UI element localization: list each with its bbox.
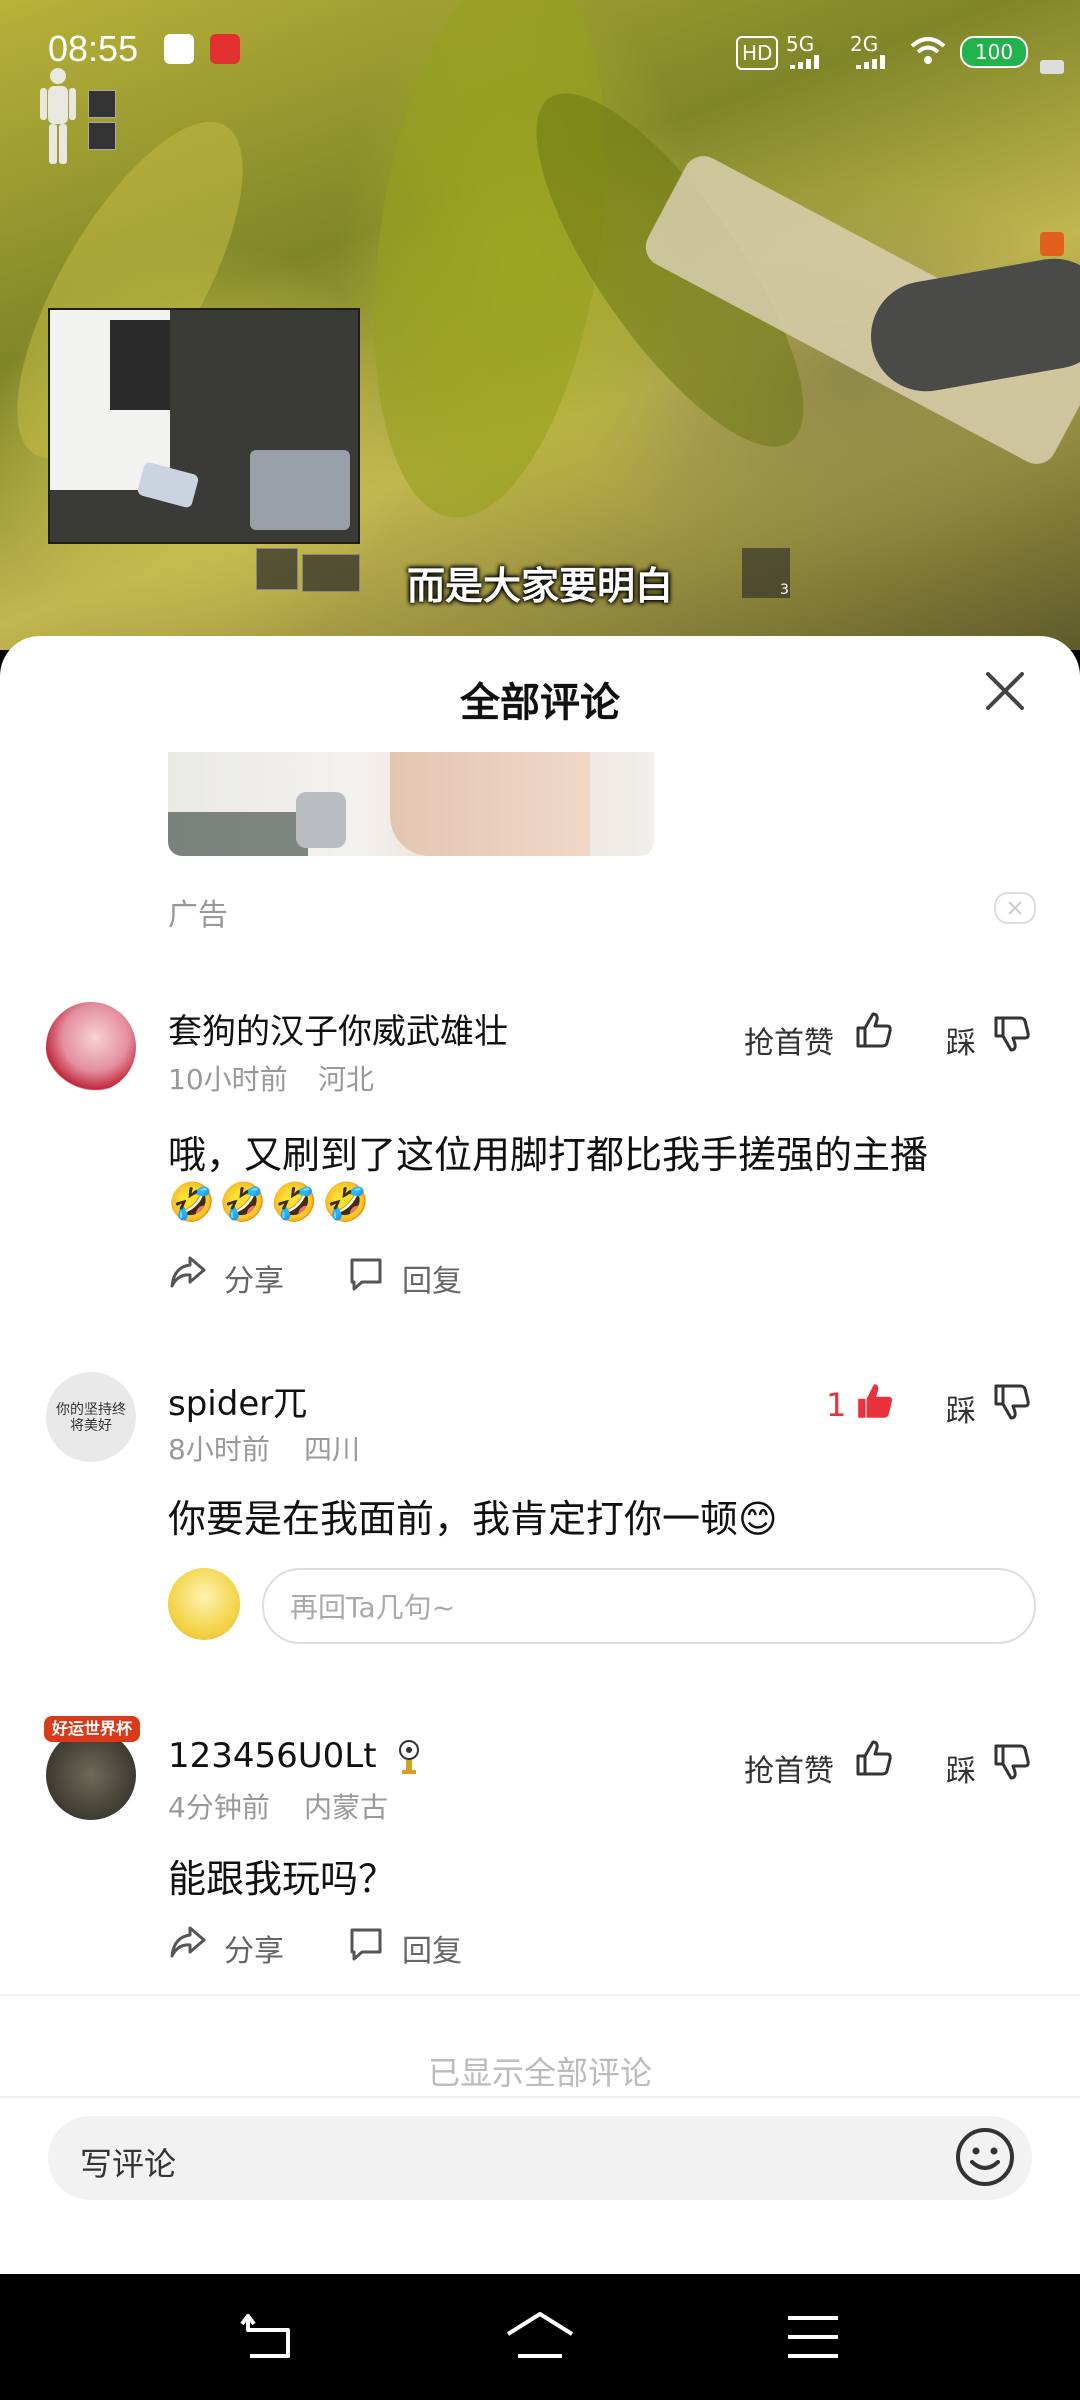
- dislike-label[interactable]: 踩: [946, 1386, 976, 1430]
- sheet-title: 全部评论: [460, 680, 620, 726]
- close-icon[interactable]: [980, 666, 1030, 716]
- thumbs-up-filled-icon[interactable]: [854, 1380, 896, 1422]
- like-label[interactable]: 抢首赞: [744, 1018, 834, 1062]
- avatar-text: 你的坚持终将美好: [56, 1402, 126, 1434]
- signal-icon: [790, 54, 820, 69]
- camera-phone: [136, 461, 200, 509]
- wifi-icon: [910, 36, 946, 66]
- dislike-label[interactable]: 踩: [946, 1746, 976, 1790]
- back-icon[interactable]: [240, 2312, 296, 2362]
- camera-keyboard: [250, 450, 350, 530]
- end-of-comments-text: 已显示全部评论: [427, 2054, 652, 2092]
- comment-location: 内蒙古: [304, 1791, 389, 1824]
- video-player[interactable]: 08:55 HD 5G 2G 100 3 而是大家要明白: [0, 0, 1080, 650]
- camera-monitor: [110, 320, 170, 410]
- streamer-camera-overlay: [48, 308, 360, 544]
- comment-location: 河北: [318, 1063, 375, 1096]
- comment-location: 四川: [304, 1433, 361, 1466]
- comment-text: 你要是在我面前，我肯定打你一顿😊: [168, 1497, 778, 1541]
- comment-input[interactable]: [48, 2116, 1032, 2200]
- avatar[interactable]: [46, 1002, 136, 1092]
- ad-image[interactable]: [168, 752, 654, 856]
- reply-icon[interactable]: [346, 1924, 386, 1964]
- reply-icon[interactable]: [346, 1254, 386, 1294]
- thumbs-down-icon[interactable]: [992, 1014, 1032, 1054]
- share-icon[interactable]: [168, 1252, 208, 1292]
- signal-2g-label: 2G: [850, 32, 879, 56]
- comment-text: 能跟我玩吗？: [168, 1857, 397, 1901]
- ad-image-bag: [296, 792, 346, 848]
- body-armor-icon: [36, 66, 80, 166]
- share-icon[interactable]: [168, 1922, 208, 1962]
- like-count[interactable]: 1: [826, 1386, 846, 1424]
- comment-input-placeholder[interactable]: 写评论: [80, 2139, 176, 2185]
- reply-label[interactable]: 回复: [402, 1926, 462, 1970]
- divider: [0, 1994, 1080, 1996]
- thumbs-down-icon[interactable]: [992, 1742, 1032, 1782]
- signal-icon: [856, 54, 886, 69]
- my-avatar: [168, 1568, 240, 1640]
- reply-label[interactable]: 回复: [402, 1256, 462, 1300]
- comment-time: 4分钟前: [168, 1791, 270, 1824]
- soccer-trophy-icon: [394, 1740, 424, 1774]
- thumbs-up-icon[interactable]: [854, 1010, 894, 1050]
- emoji-icon[interactable]: [954, 2126, 1016, 2188]
- comment-emoji: 🤣🤣🤣🤣: [168, 1180, 374, 1224]
- thumbs-down-icon[interactable]: [992, 1382, 1032, 1422]
- comment-time: 10小时前: [168, 1063, 288, 1096]
- like-label[interactable]: 抢首赞: [744, 1746, 834, 1790]
- avatar[interactable]: 你的坚持终将美好: [46, 1372, 136, 1462]
- comment-time: 8小时前: [168, 1433, 270, 1466]
- dislike-label[interactable]: 踩: [946, 1018, 976, 1062]
- system-navigation-bar: [0, 2274, 1080, 2400]
- video-subtitle: 而是大家要明白: [406, 564, 673, 608]
- signal-5g-label: 5G: [786, 32, 815, 56]
- comment-author[interactable]: spider兀: [168, 1376, 307, 1425]
- thumbs-up-icon[interactable]: [854, 1738, 894, 1778]
- share-label[interactable]: 分享: [224, 1256, 284, 1300]
- reply-placeholder[interactable]: 再回Ta几句~: [290, 1586, 455, 1626]
- avatar[interactable]: [46, 1730, 136, 1820]
- menu-icon[interactable]: [786, 2314, 840, 2360]
- status-time: 08:55: [48, 28, 139, 69]
- comment-text: 哦，又刷到了这位用脚打都比我手搓强的主播: [168, 1133, 929, 1177]
- home-icon[interactable]: [504, 2310, 576, 2362]
- app-notification-icon: [210, 34, 240, 64]
- ad-image-model: [390, 752, 590, 856]
- hud-marker-icon: [1040, 232, 1064, 256]
- battery-indicator: 100: [960, 36, 1028, 68]
- ad-label: 广告: [168, 898, 228, 933]
- comment-author[interactable]: 套狗的汉子你威武雄壮: [168, 1004, 508, 1053]
- avatar-badge: 好运世界杯: [44, 1716, 140, 1742]
- ad-close-icon[interactable]: [994, 892, 1036, 924]
- hud-item-icon: [88, 90, 116, 118]
- message-icon: [1040, 60, 1064, 74]
- comments-sheet: 全部评论 广告 套狗的汉子你威武雄壮 10小时前 河北 抢首赞 踩 哦，又刷到了…: [0, 636, 1080, 2274]
- share-label[interactable]: 分享: [224, 1926, 284, 1970]
- ad-image-furniture: [168, 812, 308, 856]
- comment-author[interactable]: 123456U0Lt: [168, 1736, 377, 1776]
- hd-icon: HD: [736, 36, 779, 70]
- app-notification-icon: [164, 34, 194, 64]
- hud-item-icon: [88, 122, 116, 150]
